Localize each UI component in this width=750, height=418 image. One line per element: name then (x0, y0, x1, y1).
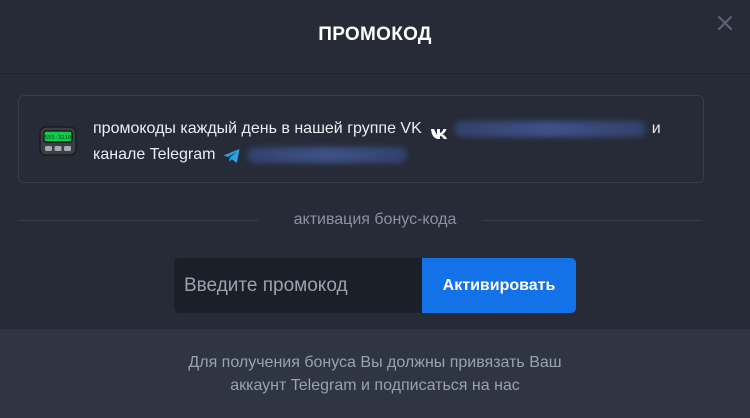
pager-display-text: 555-3210 (45, 135, 72, 141)
promo-code-input[interactable] (174, 258, 422, 313)
modal-header: ПРОМОКОД (0, 0, 750, 74)
activate-button[interactable]: Активировать (422, 258, 576, 313)
vk-icon[interactable] (430, 123, 448, 139)
close-icon[interactable] (714, 12, 736, 34)
info-line-vk: промокоды каждый день в нашей группе VK … (93, 116, 693, 142)
info-line1-tail: и (651, 120, 661, 137)
info-text: промокоды каждый день в нашей группе VK … (93, 116, 693, 168)
info-line1-text: промокоды каждый день в нашей группе VK (93, 120, 422, 137)
footer-line1: Для получения бонуса Вы должны привязать… (188, 354, 562, 371)
info-line-telegram: канале Telegram (93, 142, 693, 168)
telegram-link-blurred[interactable] (247, 147, 408, 163)
promo-form: Активировать (174, 258, 576, 313)
pager-icon: 555-3210 (39, 126, 77, 156)
footer-line2: аккаунт Telegram и подписаться на нас (230, 377, 520, 394)
telegram-icon[interactable] (223, 147, 241, 163)
footer-note: Для получения бонуса Вы должны привязать… (0, 351, 750, 397)
modal-title: ПРОМОКОД (318, 24, 432, 45)
modal-footer: Для получения бонуса Вы должны привязать… (0, 329, 750, 418)
info-line2-text: канале Telegram (93, 146, 216, 163)
promo-modal: ПРОМОКОД 555-3210 промокоды каждый день … (0, 0, 750, 418)
divider-label: активация бонус-кода (293, 211, 457, 228)
promo-info-box: 555-3210 промокоды каждый день в нашей г… (18, 95, 704, 183)
vk-link-blurred[interactable] (453, 121, 646, 137)
